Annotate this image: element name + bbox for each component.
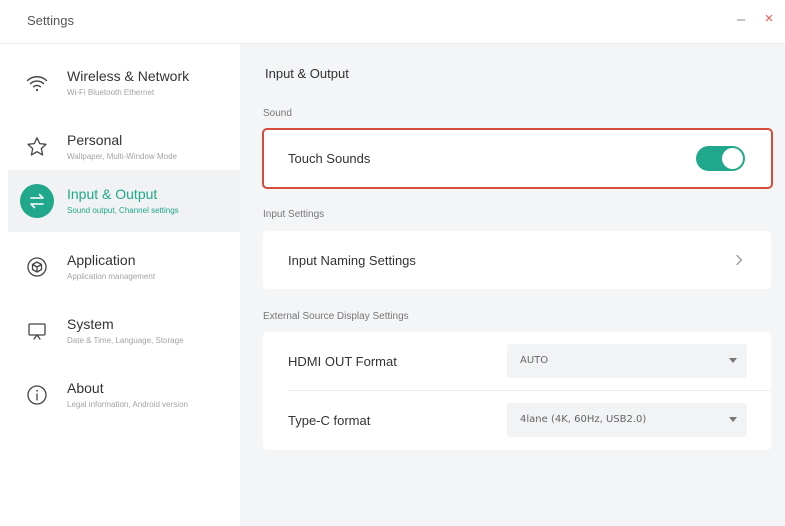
sidebar-item-label: Personal — [67, 132, 123, 148]
sidebar-item-application[interactable]: Application Application management — [8, 236, 240, 298]
type-c-format-value: 4lane (4K, 60Hz, USB2.0) — [520, 414, 647, 425]
sidebar-item-label: About — [67, 380, 104, 396]
title-bar: Settings – × — [0, 0, 785, 44]
touch-sounds-card: Touch Sounds — [263, 130, 771, 188]
sidebar-item-label: System — [67, 316, 114, 332]
sidebar-item-personal[interactable]: Personal Wallpaper, Multi-Window Mode — [8, 116, 240, 178]
sidebar-item-system[interactable]: System Date & Time, Language, Storage — [8, 300, 240, 362]
sidebar-item-sublabel: Wi-Fi Bluetooth Ethernet — [67, 88, 155, 97]
toggle-knob — [722, 148, 743, 169]
sidebar-item-label: Input & Output — [67, 186, 158, 202]
sidebar-item-sublabel: Date & Time, Language, Storage — [67, 336, 184, 345]
sidebar-item-sublabel: Legal information, Android version — [67, 400, 188, 409]
external-source-card: HDMI OUT Format AUTO Type-C format 4lane… — [263, 332, 771, 450]
page-title: Input & Output — [265, 66, 349, 81]
sidebar-item-label: Application — [67, 252, 136, 268]
hdmi-out-format-dropdown[interactable]: AUTO — [507, 344, 747, 378]
window-title: Settings — [27, 13, 74, 28]
hdmi-out-format-value: AUTO — [520, 355, 549, 366]
main-content: Input & Output Sound Touch Sounds Input … — [240, 44, 785, 526]
monitor-icon — [20, 314, 54, 348]
sidebar: Wireless & Network Wi-Fi Bluetooth Ether… — [0, 44, 240, 526]
row-divider — [288, 390, 771, 391]
caret-down-icon — [729, 417, 737, 422]
hdmi-out-format-label: HDMI OUT Format — [288, 354, 397, 369]
sidebar-item-sublabel: Application management — [67, 272, 156, 281]
sidebar-item-label: Wireless & Network — [67, 68, 190, 84]
close-button[interactable]: × — [760, 9, 778, 27]
sidebar-item-about[interactable]: About Legal information, Android version — [8, 364, 240, 426]
sidebar-item-sublabel: Sound output, Channel settings — [67, 206, 179, 215]
section-label-sound: Sound — [263, 108, 292, 119]
touch-sounds-label: Touch Sounds — [288, 151, 371, 166]
section-label-external-source: External Source Display Settings — [263, 311, 409, 322]
type-c-format-label: Type-C format — [288, 413, 371, 428]
input-naming-settings-label: Input Naming Settings — [288, 253, 416, 268]
sidebar-item-sublabel: Wallpaper, Multi-Window Mode — [67, 152, 177, 161]
section-label-input-settings: Input Settings — [263, 209, 325, 220]
star-icon — [20, 130, 54, 164]
touch-sounds-toggle[interactable] — [696, 146, 745, 171]
type-c-format-dropdown[interactable]: 4lane (4K, 60Hz, USB2.0) — [507, 403, 747, 437]
wifi-icon — [20, 66, 54, 100]
swap-arrows-icon — [20, 184, 54, 218]
info-icon — [20, 378, 54, 412]
sidebar-item-wireless-network[interactable]: Wireless & Network Wi-Fi Bluetooth Ether… — [8, 52, 240, 114]
chevron-right-icon — [735, 253, 743, 271]
sidebar-item-input-output[interactable]: Input & Output Sound output, Channel set… — [8, 170, 240, 232]
cube-icon — [20, 250, 54, 284]
minimize-button[interactable]: – — [732, 10, 750, 28]
caret-down-icon — [729, 358, 737, 363]
input-naming-settings-row[interactable]: Input Naming Settings — [263, 231, 771, 289]
